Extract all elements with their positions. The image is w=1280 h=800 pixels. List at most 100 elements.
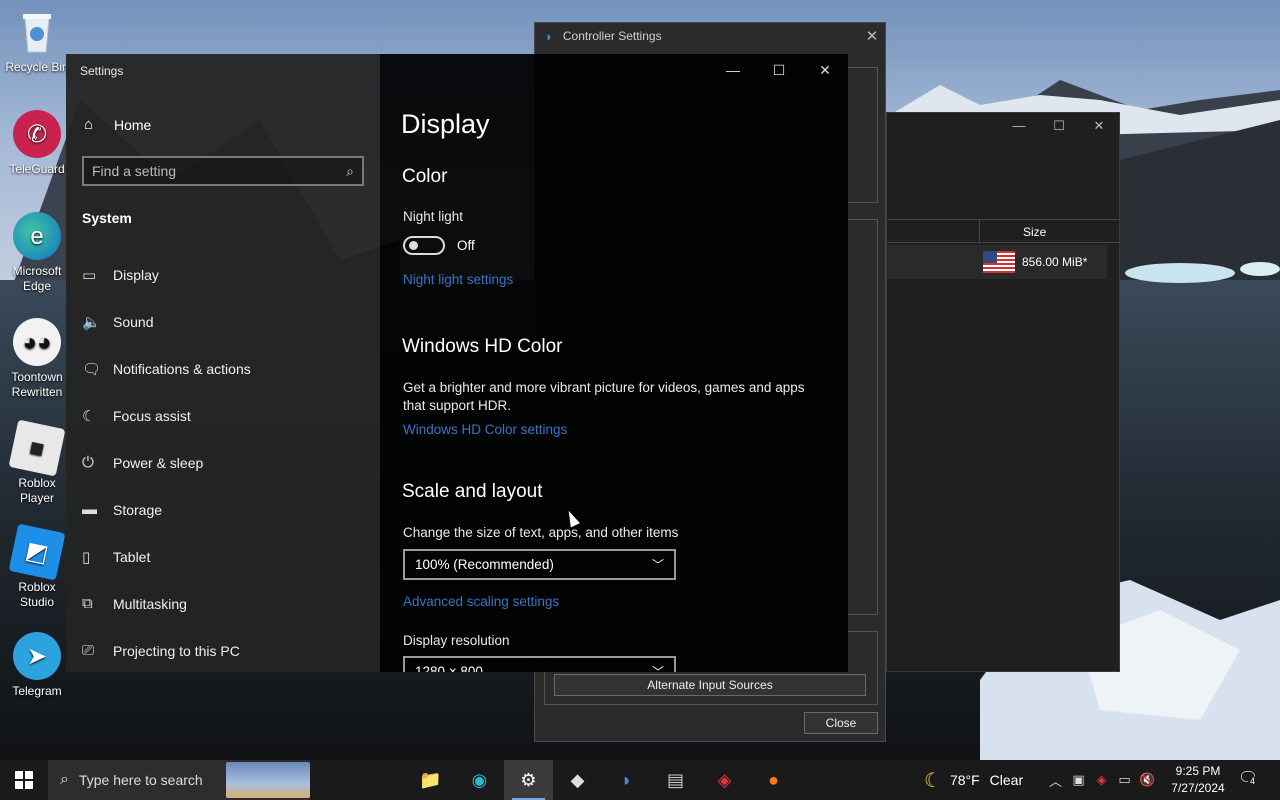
sidebar-item-tablet[interactable]: ▯ Tablet bbox=[66, 533, 380, 580]
night-light-state: Off bbox=[457, 238, 475, 253]
chevron-down-icon: ﹀ bbox=[651, 558, 664, 572]
anydesk-tray-icon[interactable]: ◈ bbox=[1090, 772, 1113, 788]
notification-icon: 🗨 bbox=[82, 360, 102, 378]
taskbar-anydesk[interactable]: ◈ bbox=[700, 760, 749, 800]
desktop-icon-recycle-bin[interactable]: Recycle Bin bbox=[4, 8, 70, 75]
desktop-icon-edge[interactable]: e Microsoft Edge bbox=[4, 212, 70, 294]
weather-widget[interactable]: ☾ 78°F Clear bbox=[924, 760, 1023, 800]
taskbar-settings[interactable]: ⚙ bbox=[504, 760, 553, 800]
close-button[interactable]: Close bbox=[804, 712, 878, 734]
taskbar-pinned-apps: 📁 ◉ ⚙ ◆ ◗ ▤ ◈ ● bbox=[406, 760, 798, 800]
controller-settings-title: Controller Settings bbox=[562, 29, 662, 43]
sidebar-item-projecting[interactable]: ⎚ Projecting to this PC bbox=[66, 627, 380, 674]
game-list-window[interactable]: — ☐ ✕ Size 856.00 MiB* bbox=[886, 112, 1121, 672]
desktop-icon-label: Recycle Bin bbox=[5, 60, 69, 74]
sidebar-item-label: Focus assist bbox=[113, 407, 191, 424]
search-placeholder: Find a setting bbox=[92, 163, 177, 179]
sidebar-item-label: Multitasking bbox=[113, 595, 187, 612]
hdr-settings-link[interactable]: Windows HD Color settings bbox=[403, 422, 567, 437]
multitasking-icon: ⧉ bbox=[82, 595, 93, 612]
taskbar-file-explorer[interactable]: 📁 bbox=[406, 760, 455, 800]
notification-center-button[interactable]: 🗨 4 bbox=[1238, 768, 1258, 788]
firefox-icon: ● bbox=[768, 769, 779, 790]
network-icon[interactable]: ▭ bbox=[1113, 772, 1136, 788]
find-setting-search-input[interactable]: Find a setting ⌕ bbox=[82, 156, 364, 186]
sidebar-item-focus-assist[interactable]: ☾ Focus assist bbox=[66, 392, 380, 439]
monitor-icon: ▭ bbox=[82, 266, 97, 284]
home-nav-item[interactable]: ⌂ Home bbox=[84, 116, 151, 133]
table-row[interactable]: 856.00 MiB* bbox=[887, 245, 1107, 279]
size-column-header[interactable]: Size bbox=[1023, 225, 1046, 239]
desktop-icon-label: TeleGuard bbox=[9, 162, 65, 176]
volume-muted-icon[interactable]: 🔇 bbox=[1136, 772, 1159, 788]
roblox-studio-icon: ◩ bbox=[8, 523, 66, 581]
desktop-icon-roblox-player[interactable]: ■ Roblox Player bbox=[4, 419, 70, 506]
sidebar-item-multitasking[interactable]: ⧉ Multitasking bbox=[66, 580, 380, 627]
desktop-icon-roblox-studio[interactable]: ◩ Roblox Studio bbox=[4, 523, 70, 610]
desktop-icon-teleguard[interactable]: ✆ TeleGuard bbox=[4, 110, 70, 177]
edge-icon: e bbox=[13, 212, 61, 260]
sidebar-item-sound[interactable]: 🔈 Sound bbox=[66, 298, 380, 345]
minimize-icon[interactable]: — bbox=[999, 113, 1039, 139]
taskbar: ⌕ Type here to search 📁 ◉ ⚙ ◆ ◗ ▤ ◈ ● ☾ … bbox=[0, 760, 1280, 800]
tray-app-icon[interactable]: ▣ bbox=[1067, 772, 1090, 788]
settings-window[interactable]: Settings ⌂ Home Find a setting ⌕ System … bbox=[66, 54, 848, 672]
night-light-label: Night light bbox=[403, 209, 464, 224]
chevron-up-icon[interactable]: ︿ bbox=[1044, 771, 1067, 790]
system-tray: ︿ ▣ ◈ ▭ 🔇 bbox=[1044, 760, 1159, 800]
alternate-input-sources-button[interactable]: Alternate Input Sources bbox=[554, 674, 866, 696]
app-window-icon: ▤ bbox=[666, 769, 684, 790]
us-flag-icon bbox=[983, 251, 1015, 273]
start-button[interactable] bbox=[0, 760, 48, 800]
roblox-icon: ■ bbox=[8, 419, 66, 477]
desktop-icon-label: Roblox Studio bbox=[18, 580, 56, 609]
search-icon[interactable]: ⌕ bbox=[346, 163, 354, 180]
sidebar-item-label: Display bbox=[113, 266, 159, 283]
sidebar-item-display[interactable]: ▭ Display bbox=[66, 251, 380, 298]
night-light-toggle[interactable] bbox=[403, 236, 445, 255]
sidebar-item-power-sleep[interactable]: ⏻ Power & sleep bbox=[66, 439, 380, 486]
game-list-window-controls: — ☐ ✕ bbox=[999, 113, 1119, 139]
scale-value: 100% (Recommended) bbox=[415, 557, 554, 572]
clock-date: 7/27/2024 bbox=[1171, 781, 1225, 795]
maximize-icon[interactable]: ☐ bbox=[1039, 113, 1079, 139]
system-section-label: System bbox=[82, 210, 132, 226]
taskbar-search-placeholder: Type here to search bbox=[78, 772, 203, 788]
maximize-icon[interactable]: ☐ bbox=[756, 54, 802, 86]
edge-taskbar-icon: ◉ bbox=[471, 769, 488, 790]
resolution-dropdown[interactable]: 1280 × 800 ﹀ bbox=[403, 656, 676, 672]
clock-time: 9:25 PM bbox=[1175, 764, 1221, 778]
sidebar-item-storage[interactable]: ▬ Storage bbox=[66, 486, 380, 533]
settings-gear-icon: ⚙ bbox=[520, 769, 537, 790]
taskbar-firefox[interactable]: ● bbox=[749, 760, 798, 800]
power-icon: ⏻ bbox=[82, 454, 94, 471]
close-icon[interactable]: ✕ bbox=[859, 27, 885, 45]
taskbar-search-box[interactable]: ⌕ Type here to search bbox=[48, 760, 310, 800]
sidebar-item-label: Sound bbox=[113, 313, 154, 330]
desktop-icon-telegram[interactable]: ➤ Telegram bbox=[4, 632, 70, 699]
taskbar-clock[interactable]: 9:25 PM 7/27/2024 bbox=[1160, 763, 1236, 797]
weather-description: Clear bbox=[989, 772, 1024, 788]
scale-heading: Scale and layout bbox=[402, 481, 543, 502]
close-icon[interactable]: ✕ bbox=[802, 54, 848, 86]
minimize-icon[interactable]: — bbox=[710, 54, 756, 86]
desktop-icon-label: Telegram bbox=[12, 684, 62, 698]
advanced-scaling-link[interactable]: Advanced scaling settings bbox=[403, 594, 559, 609]
sidebar-item-label: Power & sleep bbox=[113, 454, 204, 471]
scale-label: Change the size of text, apps, and other… bbox=[403, 525, 679, 540]
desktop-icon-label: Roblox Player bbox=[18, 476, 56, 505]
settings-window-controls: — ☐ ✕ bbox=[710, 54, 848, 86]
windows-logo-icon bbox=[15, 771, 33, 789]
toontown-icon: ◕◕ bbox=[13, 318, 61, 366]
desktop-icon-toontown[interactable]: ◕◕ Toontown Rewritten bbox=[4, 318, 70, 400]
sidebar-item-notifications[interactable]: 🗨 Notifications & actions bbox=[66, 345, 380, 392]
taskbar-roblox[interactable]: ◆ bbox=[553, 760, 602, 800]
night-light-settings-link[interactable]: Night light settings bbox=[403, 272, 513, 287]
close-icon[interactable]: ✕ bbox=[1079, 113, 1119, 139]
taskbar-app-window[interactable]: ▤ bbox=[651, 760, 700, 800]
taskbar-dolphin[interactable]: ◗ bbox=[602, 760, 651, 800]
taskbar-edge[interactable]: ◉ bbox=[455, 760, 504, 800]
scale-dropdown[interactable]: 100% (Recommended) ﹀ bbox=[403, 549, 676, 580]
tablet-icon: ▯ bbox=[82, 548, 91, 566]
home-icon: ⌂ bbox=[84, 116, 94, 133]
